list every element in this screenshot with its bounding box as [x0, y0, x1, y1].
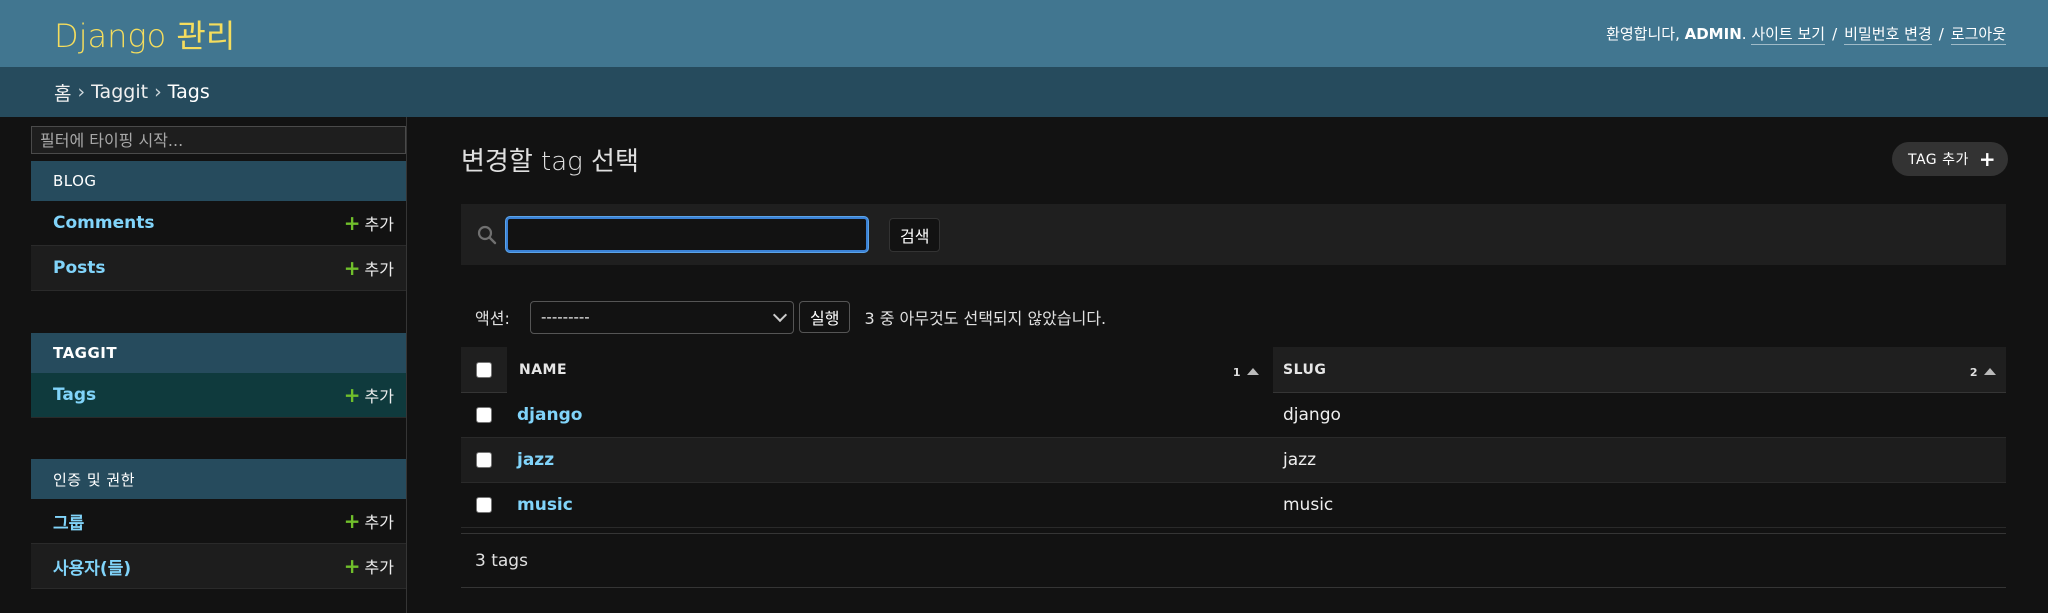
- sidebar-item-tags: Tags + 추가: [31, 373, 406, 418]
- chevron-down-icon: [772, 307, 788, 322]
- model-link-users[interactable]: 사용자(들): [53, 554, 131, 579]
- add-tag-button[interactable]: TAG 추가 +: [1892, 142, 2009, 176]
- search-input[interactable]: [506, 217, 868, 252]
- add-label: 추가: [364, 558, 394, 577]
- add-label: 추가: [364, 387, 394, 406]
- view-site-link[interactable]: 사이트 보기: [1751, 23, 1826, 45]
- add-tag-sidebar-button[interactable]: + 추가: [344, 383, 394, 407]
- column-header-slug[interactable]: SLUG 2: [1273, 347, 2006, 393]
- tag-link[interactable]: music: [517, 495, 573, 515]
- results-table: NAME 1 SLUG 2 django django jazz jazz mu…: [461, 346, 2006, 528]
- breadcrumb: 홈 › Taggit › Tags: [0, 67, 2048, 117]
- sidebar-divider: [406, 117, 407, 613]
- sort-priority: 1: [1232, 366, 1241, 379]
- tag-link[interactable]: django: [517, 405, 582, 425]
- column-slug-label: SLUG: [1283, 361, 1327, 378]
- model-link-comments[interactable]: Comments: [53, 213, 154, 233]
- user-tools: 환영합니다, ADMIN . 사이트 보기 / 비밀번호 변경 / 로그아웃: [1606, 23, 2006, 45]
- model-link-tags[interactable]: Tags: [53, 385, 96, 405]
- row-select-cell: [461, 452, 507, 468]
- sidebar-item-comments: Comments + 추가: [31, 201, 406, 246]
- plus-icon: +: [343, 509, 361, 533]
- slug-cell: django: [1283, 405, 1341, 425]
- sort-priority: 2: [1969, 366, 1978, 379]
- plus-icon: +: [343, 256, 361, 280]
- add-label: 추가: [364, 513, 394, 532]
- add-post-button[interactable]: + 추가: [344, 256, 394, 280]
- name-cell: jazz: [507, 450, 1273, 470]
- add-label: 추가: [364, 215, 394, 234]
- search-icon: [477, 225, 497, 245]
- search-toolbar: 검색: [461, 204, 2006, 265]
- breadcrumb-separator: ›: [77, 81, 86, 103]
- sidebar-item-posts: Posts + 추가: [31, 246, 406, 291]
- nav-filter-input[interactable]: [31, 126, 406, 154]
- module-caption-taggit[interactable]: TAGGIT: [31, 333, 406, 373]
- select-all-checkbox[interactable]: [476, 361, 492, 378]
- page-title: 변경할 tag 선택: [461, 147, 639, 177]
- slug-cell: music: [1283, 495, 1334, 515]
- run-action-button[interactable]: 실행: [799, 301, 851, 333]
- separator: /: [1938, 24, 1944, 43]
- column-header-name[interactable]: NAME 1: [507, 346, 1273, 393]
- site-brand-link[interactable]: Django 관리: [54, 11, 235, 57]
- welcome-text: 환영합니다,: [1606, 25, 1680, 43]
- action-counter: 3 중 아무것도 선택되지 않았습니다.: [864, 309, 1107, 328]
- tag-link[interactable]: jazz: [517, 450, 554, 470]
- row-select-cell: [461, 497, 507, 513]
- name-sort-indicator[interactable]: 1: [1233, 366, 1259, 379]
- logout-link[interactable]: 로그아웃: [1950, 23, 2006, 45]
- plus-icon: +: [343, 554, 361, 578]
- action-select[interactable]: ---------: [530, 300, 794, 334]
- add-user-button[interactable]: + 추가: [344, 554, 394, 578]
- module-caption-auth[interactable]: 인증 및 권한: [31, 459, 406, 499]
- actions-bar: 액션: --------- 실행 3 중 아무것도 선택되지 않았습니다.: [461, 300, 1106, 334]
- table-row: django django: [461, 393, 2006, 438]
- select-all-cell: [461, 347, 507, 393]
- model-link-posts[interactable]: Posts: [53, 258, 106, 278]
- add-tag-label: TAG 추가: [1908, 152, 1969, 168]
- sort-asc-icon: [1247, 368, 1259, 375]
- app-module-blog: BLOG Comments + 추가 Posts + 추가: [31, 161, 406, 291]
- name-cell: music: [507, 495, 1273, 515]
- add-label: 추가: [364, 260, 394, 279]
- table-row: jazz jazz: [461, 438, 2006, 483]
- action-select-value: ---------: [541, 308, 590, 326]
- sidebar-item-groups: 그룹 + 추가: [31, 499, 406, 544]
- app-module-auth: 인증 및 권한 그룹 + 추가 사용자(들) + 추가: [31, 459, 406, 589]
- slug-sort-indicator[interactable]: 2: [1970, 366, 1996, 379]
- plus-icon: +: [1978, 147, 1997, 171]
- app-module-taggit: TAGGIT Tags + 추가: [31, 333, 406, 418]
- row-checkbox[interactable]: [476, 497, 492, 513]
- row-select-cell: [461, 407, 507, 423]
- row-checkbox[interactable]: [476, 407, 492, 423]
- add-group-button[interactable]: + 추가: [344, 509, 394, 533]
- username: ADMIN: [1684, 24, 1742, 43]
- breadcrumb-home-link[interactable]: 홈: [54, 79, 71, 106]
- site-header: Django 관리 환영합니다, ADMIN . 사이트 보기 / 비밀번호 변…: [0, 0, 2048, 67]
- change-password-link[interactable]: 비밀번호 변경: [1844, 23, 1932, 45]
- breadcrumb-separator: ›: [154, 81, 162, 103]
- search-button[interactable]: 검색: [889, 218, 941, 252]
- name-cell: django: [507, 405, 1273, 425]
- sort-asc-icon: [1984, 368, 1996, 375]
- paginator: 3 tags: [461, 533, 2006, 588]
- row-checkbox[interactable]: [476, 452, 492, 468]
- sidebar-item-users: 사용자(들) + 추가: [31, 544, 406, 589]
- breadcrumb-current: Tags: [167, 81, 210, 103]
- actions-label: 액션:: [475, 309, 510, 328]
- module-caption-blog[interactable]: BLOG: [31, 161, 406, 201]
- slug-cell: jazz: [1283, 450, 1316, 470]
- breadcrumb-app-link[interactable]: Taggit: [91, 81, 148, 103]
- table-header: NAME 1 SLUG 2: [461, 346, 2006, 393]
- plus-icon: +: [343, 211, 361, 235]
- model-link-groups[interactable]: 그룹: [53, 509, 84, 534]
- plus-icon: +: [343, 383, 361, 407]
- separator: /: [1832, 24, 1838, 43]
- table-row: music music: [461, 483, 2006, 528]
- add-comment-button[interactable]: + 추가: [344, 211, 394, 235]
- column-name-label: NAME: [519, 361, 568, 378]
